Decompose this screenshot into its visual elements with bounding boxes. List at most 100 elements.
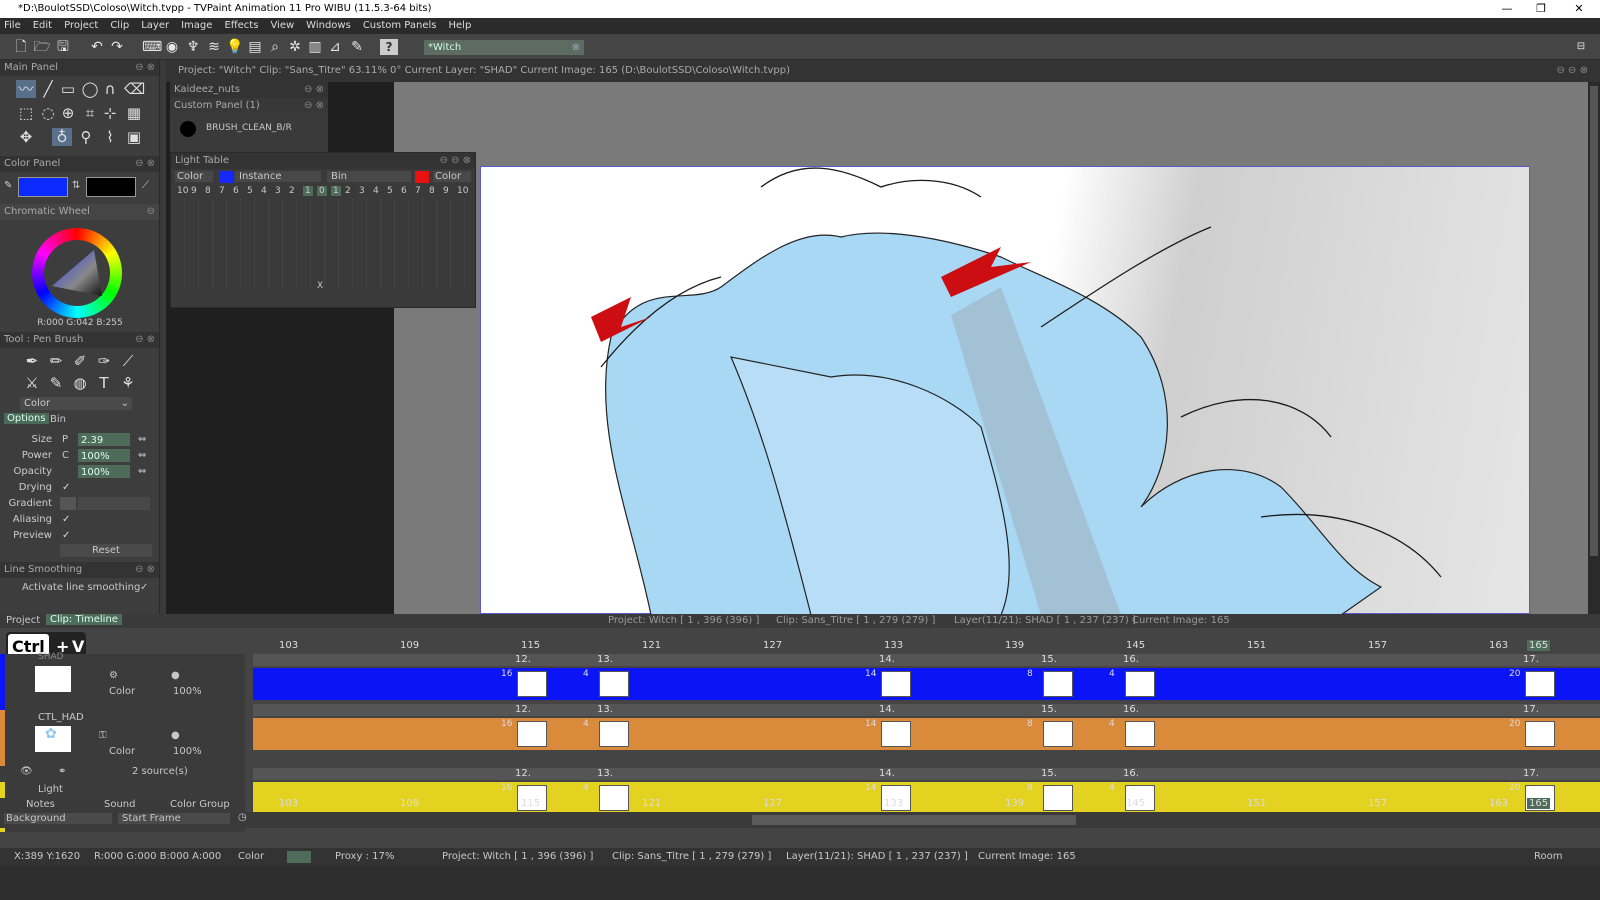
smudge-icon[interactable]: ⌇ xyxy=(100,128,120,146)
reset-button[interactable]: Reset xyxy=(60,544,152,557)
lasso-icon[interactable]: ◌ xyxy=(38,104,58,122)
undo-icon[interactable]: ↶ xyxy=(88,39,106,55)
keyframe[interactable] xyxy=(517,721,547,747)
panel-close-icon[interactable]: ⊖ ⊖ ⊗ xyxy=(440,153,472,169)
power-field[interactable]: 100% xyxy=(78,449,130,462)
light-table-step[interactable]: 8 xyxy=(205,186,211,196)
panel-close-icon[interactable]: ⊖ ⊗ xyxy=(304,82,324,98)
frame-ruler-top[interactable]: 103 109 115 121 127 133 139 145 151 157 163 165 xyxy=(253,640,1600,654)
open-file-icon[interactable]: 🗁 xyxy=(33,39,51,55)
airbrush-icon[interactable]: ✐ xyxy=(70,352,90,370)
instance-select[interactable]: Instance xyxy=(235,171,321,182)
opacity-field[interactable]: 100% xyxy=(78,465,130,478)
light-table-step[interactable]: 2 xyxy=(345,186,351,196)
right-color-swatch[interactable] xyxy=(415,171,429,183)
layer-opacity[interactable]: 100% xyxy=(173,746,202,757)
light-table-step[interactable]: 4 xyxy=(261,186,267,196)
layers-icon[interactable]: ≋ xyxy=(205,39,223,55)
new-file-icon[interactable]: 🗋 xyxy=(12,39,30,55)
menu-project[interactable]: Project xyxy=(64,18,98,34)
menu-clip[interactable]: Clip xyxy=(110,18,129,34)
light-table-step[interactable]: 4 xyxy=(373,186,379,196)
document-close-icon[interactable]: ⊗ xyxy=(572,40,580,55)
layer-lock-icon[interactable]: ⚿ xyxy=(99,730,107,741)
line-smoothing-check-icon[interactable]: ✓ xyxy=(140,582,148,593)
pan-icon[interactable]: ✥ xyxy=(16,128,36,146)
menu-custom-panels[interactable]: Custom Panels xyxy=(363,18,437,34)
maximize-icon[interactable]: ❐ xyxy=(1526,0,1556,18)
clock-icon[interactable]: ◷ xyxy=(238,812,247,823)
light-table-step[interactable]: 8 xyxy=(429,186,435,196)
proxy-value[interactable]: Proxy : 17% xyxy=(335,848,394,866)
keyframe[interactable] xyxy=(881,721,911,747)
left-color-swatch[interactable] xyxy=(219,171,233,183)
start-frame-select[interactable]: Start Frame xyxy=(118,813,230,824)
pen-tool-icon[interactable]: ✎ xyxy=(348,39,366,55)
menu-windows[interactable]: Windows xyxy=(306,18,351,34)
ellipse-icon[interactable]: ◯ xyxy=(80,80,100,98)
selection-icon[interactable]: ⬚ xyxy=(16,104,36,122)
freehand-icon[interactable]: 〰 xyxy=(16,80,36,98)
light-table-step[interactable]: 2 xyxy=(289,186,295,196)
keyframe[interactable] xyxy=(1043,671,1073,697)
layer-settings-icon[interactable]: ⚙ xyxy=(109,670,118,681)
color-wheel[interactable]: R:000 G:042 B:255 xyxy=(0,220,159,332)
light-table-step[interactable]: 5 xyxy=(387,186,393,196)
drawing-canvas[interactable] xyxy=(480,166,1530,616)
curve-icon[interactable]: ∩ xyxy=(100,80,120,98)
line-tool-icon[interactable]: ╱ xyxy=(38,80,58,98)
magic-wand-icon[interactable]: ⊕ xyxy=(58,104,78,122)
pen-brush-icon[interactable]: ✒ xyxy=(22,352,42,370)
background-select[interactable]: Background xyxy=(4,813,112,824)
rectangle-icon[interactable]: ▭ xyxy=(58,80,78,98)
text-tool-icon[interactable]: T xyxy=(94,374,114,392)
light-table-step[interactable]: 1 xyxy=(331,186,341,196)
layer-opacity[interactable]: 100% xyxy=(173,686,202,697)
light-table-step[interactable]: 6 xyxy=(233,186,239,196)
layer-visibility-dot-icon[interactable]: ● xyxy=(171,730,180,741)
layer-track[interactable]: 16 4 14 8 4 20 xyxy=(253,668,1600,700)
swap-colors-icon[interactable]: ⇅ xyxy=(72,180,80,191)
tab-clip-timeline[interactable]: Clip: Timeline xyxy=(46,614,122,625)
aliasing-check-icon[interactable]: ✓ xyxy=(62,512,70,527)
save-icon[interactable]: 🖫 xyxy=(54,39,72,55)
pencil-icon[interactable]: ✏ xyxy=(46,352,66,370)
panel-close-icon[interactable]: ⊖ ⊗ xyxy=(304,98,324,114)
tab-options[interactable]: Options xyxy=(4,413,49,424)
eraser-icon[interactable]: ⌫ xyxy=(124,80,145,98)
light-table-step[interactable]: 10 xyxy=(177,186,188,196)
light-table-step[interactable]: 5 xyxy=(247,186,253,196)
layer-track[interactable]: 16 4 14 8 4 20 xyxy=(253,718,1600,750)
keyframe[interactable] xyxy=(599,671,629,697)
keyframe[interactable] xyxy=(881,671,911,697)
storyboard-icon[interactable]: ▥ xyxy=(306,39,324,55)
warp-icon[interactable]: ▦ xyxy=(124,104,144,122)
zoom-icon[interactable]: ⌕ xyxy=(266,39,284,55)
right-mode-select[interactable]: Color xyxy=(433,171,471,182)
light-table-step[interactable]: 10 xyxy=(457,186,468,196)
slider-arrows-icon[interactable]: ⇔ xyxy=(138,432,146,447)
help-icon[interactable]: ? xyxy=(380,39,398,55)
frame-ruler-bottom[interactable]: 103 109 115 121 127 133 139 145 151 157 163 165 xyxy=(253,798,1600,812)
keyframe[interactable] xyxy=(1525,721,1555,747)
effects-icon[interactable]: ✲ xyxy=(286,39,304,55)
light-table-step[interactable]: 3 xyxy=(275,186,281,196)
redo-icon[interactable]: ↷ xyxy=(108,39,126,55)
light-table-step[interactable]: 7 xyxy=(219,186,225,196)
toolbar-menu-icon[interactable]: ⊟ xyxy=(1572,39,1590,55)
eye-icon[interactable]: 👁 xyxy=(20,766,33,777)
gradient-toggle[interactable] xyxy=(60,497,76,510)
secondary-color-swatch[interactable] xyxy=(86,177,136,197)
keyframe[interactable] xyxy=(517,671,547,697)
oil-brush-icon[interactable]: ⟋ xyxy=(118,352,138,370)
close-icon[interactable]: ✕ xyxy=(1564,0,1594,18)
brush-bin-icon[interactable]: ♆ xyxy=(184,39,202,55)
menu-help[interactable]: Help xyxy=(449,18,472,34)
tab-color-group[interactable]: Color Group xyxy=(170,799,230,810)
left-mode-select[interactable]: Color xyxy=(175,171,213,182)
menu-layer[interactable]: Layer xyxy=(141,18,169,34)
preview-check-icon[interactable]: ✓ xyxy=(62,528,70,543)
light-table-step[interactable]: 7 xyxy=(415,186,421,196)
layer-mode[interactable]: Color xyxy=(109,746,135,757)
keyframe[interactable] xyxy=(599,721,629,747)
